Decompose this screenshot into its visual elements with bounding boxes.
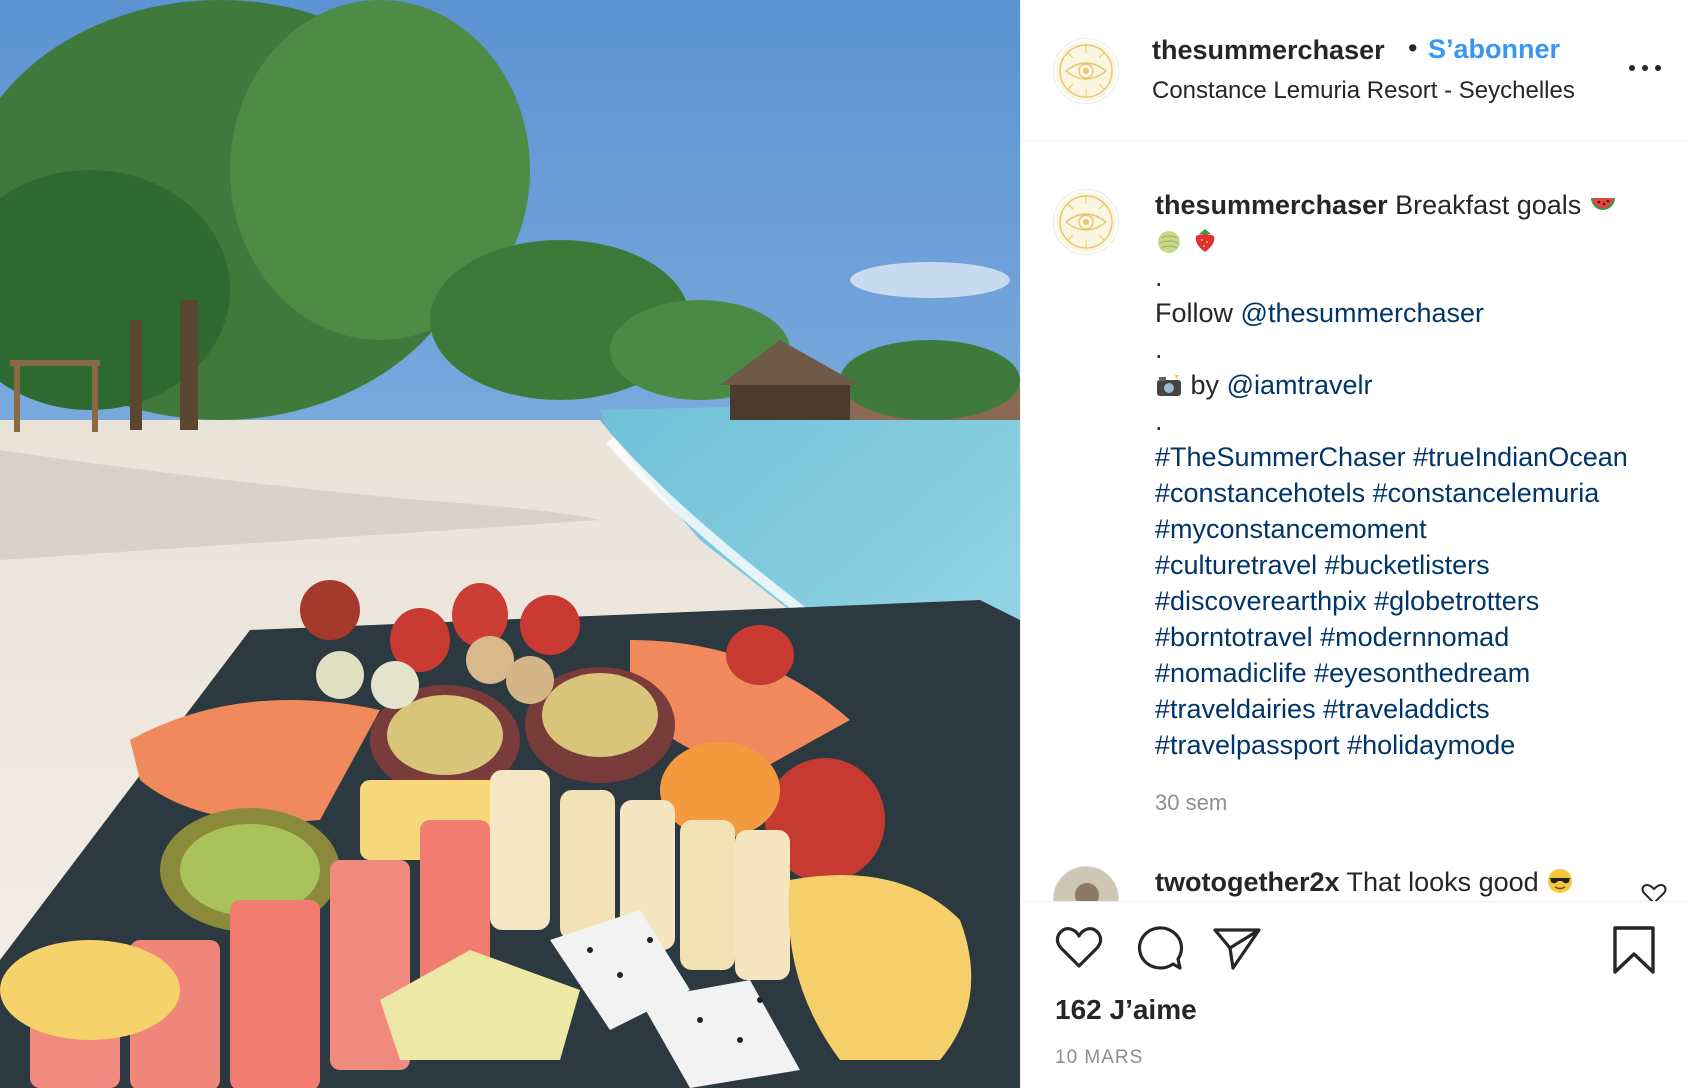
hashtag-line[interactable]: #borntotravel #modernnomad: [1155, 619, 1675, 655]
beach-fruit-platter-image: [0, 0, 1020, 1088]
follow-button[interactable]: S’abonner: [1428, 34, 1560, 65]
location-link[interactable]: Constance Lemuria Resort - Seychelles: [1152, 77, 1575, 105]
hashtag-line[interactable]: #traveldairies #traveladdicts: [1155, 691, 1675, 727]
hashtag-line[interactable]: #culturetravel #bucketlisters: [1155, 547, 1675, 583]
caption: thesummerchaser Breakfast goals . Follow…: [1155, 187, 1675, 821]
eye-logo-icon: [1056, 192, 1116, 252]
post-side-panel: thesummerchaser • S’abonner Constance Le…: [1020, 0, 1688, 1088]
camera-flash-emoji: [1157, 375, 1181, 396]
likes-count[interactable]: 162 J’aime: [1055, 994, 1197, 1026]
post-header: thesummerchaser • S’abonner Constance Le…: [1021, 0, 1688, 141]
caption-dot: .: [1155, 334, 1163, 364]
actions-bar: 162 J’aime 10 MARS: [1021, 901, 1688, 1088]
sunglasses-emoji: [1548, 869, 1573, 893]
comment-icon[interactable]: [1133, 924, 1185, 972]
heart-icon[interactable]: [1053, 924, 1105, 972]
strawberry-emoji: [1195, 229, 1214, 252]
commenter-photo: [1054, 867, 1118, 901]
share-icon[interactable]: [1211, 924, 1263, 972]
hashtag-line[interactable]: #discoverearthpix #globetrotters: [1155, 583, 1675, 619]
follow-mention-link[interactable]: @thesummerchaser: [1241, 298, 1485, 328]
avatar[interactable]: [1053, 38, 1119, 104]
caption-username[interactable]: thesummerchaser: [1155, 190, 1388, 220]
more-options-icon[interactable]: [1627, 56, 1663, 80]
commenter-avatar[interactable]: [1053, 866, 1119, 901]
caption-dot: .: [1155, 406, 1163, 436]
watermelon-emoji: [1590, 198, 1615, 210]
post-date[interactable]: 10 MARS: [1055, 1047, 1143, 1069]
photo-by-label: by: [1190, 370, 1220, 400]
hashtag-line[interactable]: #constancehotels #constancelemuria: [1155, 475, 1675, 511]
bookmark-icon[interactable]: [1611, 924, 1657, 976]
hashtag-line[interactable]: #travelpassport #holidaymode: [1155, 727, 1675, 763]
photographer-mention-link[interactable]: @iamtravelr: [1227, 370, 1373, 400]
caption-text: Breakfast goals: [1395, 190, 1582, 220]
comment-text: That looks good: [1346, 867, 1539, 897]
melon-emoji: [1158, 231, 1180, 253]
hashtag-line[interactable]: #TheSummerChaser #trueIndianOcean: [1155, 439, 1675, 475]
caption-timestamp[interactable]: 30 sem: [1155, 785, 1675, 821]
comments-section[interactable]: thesummerchaser Breakfast goals . Follow…: [1021, 141, 1688, 901]
comment-like-icon[interactable]: [1641, 883, 1667, 901]
follow-prefix: Follow: [1155, 298, 1234, 328]
comment: twotogether2x That looks good: [1155, 867, 1574, 898]
commenter-username[interactable]: twotogether2x: [1155, 867, 1340, 897]
caption-avatar[interactable]: [1053, 189, 1119, 255]
header-username[interactable]: thesummerchaser: [1152, 35, 1385, 66]
post-photo[interactable]: [0, 0, 1020, 1088]
hashtag-line[interactable]: #nomadiclife #eyesonthedream: [1155, 655, 1675, 691]
eye-logo-icon: [1056, 41, 1116, 101]
caption-dot: .: [1155, 262, 1163, 292]
header-separator: •: [1408, 33, 1418, 63]
hashtag-line[interactable]: #myconstancemoment: [1155, 511, 1675, 547]
